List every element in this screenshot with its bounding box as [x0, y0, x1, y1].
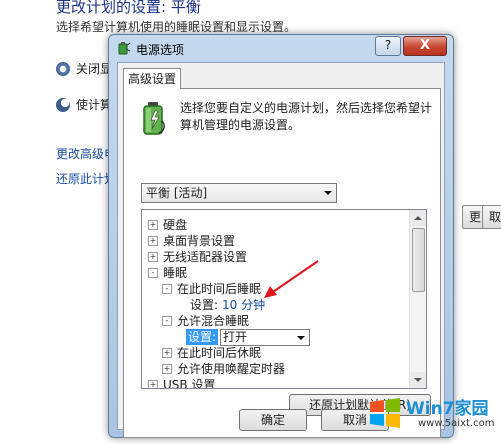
tree-item-desktop-background[interactable]: + 桌面背景设置 [148, 233, 235, 249]
windows-logo-icon [370, 398, 400, 428]
expand-icon[interactable]: + [148, 380, 158, 388]
tree-item-label: 睡眠 [163, 266, 188, 280]
setting-label-selected: 设置: [186, 329, 219, 345]
expand-icon[interactable]: + [148, 220, 158, 230]
tree-item-sleep-after[interactable]: - 在此时间后睡眠 [162, 281, 261, 297]
tree-scrollbar[interactable] [409, 210, 426, 388]
tree-item-label: 允许使用唤醒定时器 [177, 362, 286, 376]
dialog-description: 选择您要自定义的电源计划，然后选择您希望计算机管理的电源设置。 [180, 101, 433, 132]
tree-item-wireless-adapter[interactable]: + 无线适配器设置 [148, 249, 247, 265]
tree-item-label: 允许混合睡眠 [177, 314, 250, 328]
scroll-up-arrow-icon[interactable] [410, 210, 426, 226]
tree-setting-hybrid-sleep[interactable]: 设置: 打开 [186, 328, 311, 346]
tree-item-label: 硬盘 [163, 218, 188, 232]
tree-item-wake-timers[interactable]: + 允许使用唤醒定时器 [162, 361, 285, 377]
tree-item-label: 在此时间后睡眠 [177, 282, 262, 296]
sleep-moon-icon [56, 97, 70, 112]
annotation-arrow-icon [264, 260, 319, 298]
close-button[interactable]: X [403, 36, 447, 56]
expand-icon[interactable]: + [148, 252, 158, 262]
page-title: 更改计划的设置: 平衡 [56, 0, 201, 16]
tree-item-hibernate-after[interactable]: + 在此时间后休眠 [162, 345, 261, 361]
battery-power-icon [143, 102, 165, 135]
hybrid-sleep-value: 打开 [223, 329, 248, 344]
dialog-title: 电源选项 [136, 43, 185, 57]
tree-item-sleep[interactable]: - 睡眠 [148, 265, 187, 281]
dialog-client-area: 高级设置 选择您要自定义的电源计划，然后选择您希望计算机管理的电源设置。 平衡 … [117, 62, 445, 438]
expand-icon[interactable]: + [162, 364, 172, 374]
tree-item-usb-settings[interactable]: + USB 设置 [148, 377, 216, 389]
page-subtitle: 选择希望计算机使用的睡眠设置和显示设置。 [56, 20, 297, 34]
tree-item-label: 桌面背景设置 [163, 234, 236, 248]
tree-setting-sleep-after[interactable]: 设置: 10 分钟 [190, 297, 265, 313]
collapse-icon[interactable]: - [162, 284, 172, 294]
power-plan-select[interactable]: 平衡 [活动] [141, 183, 337, 203]
power-options-icon [118, 42, 131, 55]
scroll-down-arrow-icon[interactable] [410, 372, 426, 388]
tree-item-label: 在此时间后休眠 [177, 346, 262, 360]
setting-label: 设置: [190, 298, 219, 312]
power-options-dialog: 电源选项 ? X 高级设置 选择您要自定义的电源计划，然后选择您希望计算机管理的… [108, 34, 454, 438]
chevron-down-icon [324, 191, 332, 195]
tree-item-hybrid-sleep[interactable]: - 允许混合睡眠 [162, 313, 249, 329]
tree-item-label: USB 设置 [163, 378, 216, 389]
display-timer-icon [56, 61, 70, 76]
tree-item-hard-disk[interactable]: + 硬盘 [148, 217, 187, 233]
power-plan-value: 平衡 [活动] [146, 186, 208, 200]
collapse-icon[interactable]: - [148, 268, 158, 278]
chevron-down-icon [297, 335, 306, 340]
tree-item-label: 无线适配器设置 [163, 250, 248, 264]
tab-advanced-settings[interactable]: 高级设置 [123, 68, 181, 89]
site-watermark: Win7家园 www.5aixt.com [366, 392, 498, 440]
collapse-icon[interactable]: - [162, 316, 172, 326]
expand-icon[interactable]: + [148, 236, 158, 246]
watermark-brand: Win7家园 [406, 399, 489, 419]
expand-icon[interactable]: + [162, 348, 172, 358]
background-cancel-button[interactable]: 取 [482, 205, 501, 229]
hybrid-sleep-select[interactable]: 打开 [220, 328, 311, 346]
ok-button[interactable]: 确定 [239, 409, 307, 431]
scroll-thumb[interactable] [412, 228, 425, 292]
dialog-titlebar[interactable]: 电源选项 ? X [109, 35, 453, 61]
watermark-url: www.5aixt.com [418, 418, 495, 429]
help-button[interactable]: ? [375, 36, 401, 56]
